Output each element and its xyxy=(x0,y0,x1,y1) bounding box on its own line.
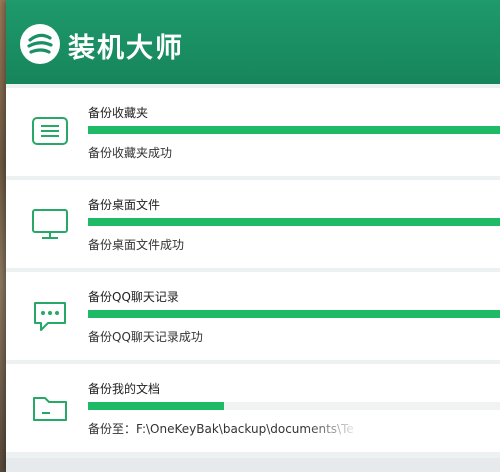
text-fade-overlay xyxy=(306,414,500,444)
progress-bar xyxy=(88,218,500,226)
task-status: 备份QQ聊天记录成功 xyxy=(88,330,203,344)
task-name: 备份收藏夹 xyxy=(88,106,149,120)
task-item-favorites: 备份收藏夹 备份收藏夹成功 xyxy=(6,88,500,176)
progress-bar xyxy=(88,402,500,410)
window-footer xyxy=(6,458,500,472)
progress-fill xyxy=(88,218,500,226)
task-name: 备份我的文档 xyxy=(88,382,161,396)
monitor-icon xyxy=(30,204,70,244)
task-status: 备份收藏夹成功 xyxy=(88,146,173,160)
task-item-qq-chat: 备份QQ聊天记录 备份QQ聊天记录成功 xyxy=(6,272,500,360)
progress-fill xyxy=(88,310,500,318)
task-name: 备份桌面文件 xyxy=(88,198,161,212)
task-name: 备份QQ聊天记录 xyxy=(88,290,179,304)
progress-bar xyxy=(88,310,500,318)
app-logo-icon xyxy=(20,24,60,64)
chat-icon xyxy=(30,296,70,336)
progress-bar xyxy=(88,126,500,134)
progress-fill xyxy=(88,402,224,410)
app-title: 装机大师 xyxy=(68,33,184,64)
folder-icon xyxy=(30,388,70,428)
task-item-desktop-files: 备份桌面文件 备份桌面文件成功 xyxy=(6,180,500,268)
task-status: 备份桌面文件成功 xyxy=(88,238,185,252)
task-item-my-documents: 备份我的文档 备份至：F:\OneKeyBak\backup\documents… xyxy=(6,364,500,452)
progress-fill xyxy=(88,126,500,134)
list-icon xyxy=(30,112,70,152)
backup-task-list: 备份收藏夹 备份收藏夹成功 备份桌面文件 备份桌面文件成功 备份QQ聊天记录 备… xyxy=(6,88,500,456)
title-bar[interactable]: 装机大师 xyxy=(6,0,500,84)
app-window: 装机大师 备份收藏夹 备份收藏夹成功 备份桌面文件 备份桌面文件成功 备份QQ聊… xyxy=(6,0,500,472)
